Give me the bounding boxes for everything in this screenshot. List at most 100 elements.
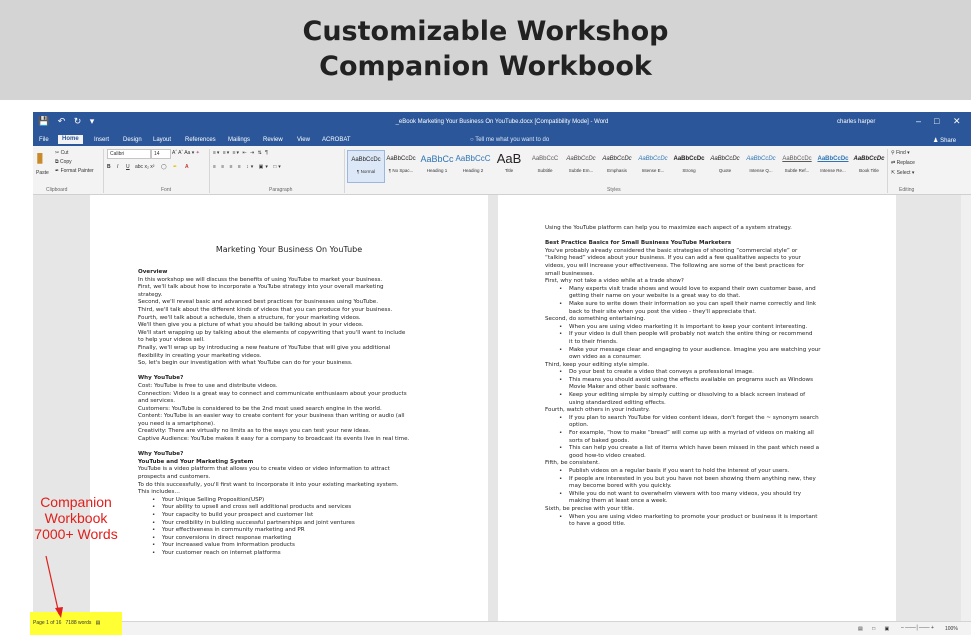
tab-layout[interactable]: Layout	[153, 137, 171, 143]
minimize-icon[interactable]: –	[916, 116, 921, 126]
bullet-item: Your customer reach on internet platform…	[138, 550, 478, 558]
font-color-button[interactable]: A	[185, 164, 189, 170]
banner-title-line2: Companion Workbook	[319, 51, 652, 82]
view-mode-buttons[interactable]: ▤ □ ▣	[858, 626, 893, 632]
banner: Customizable Workshop Companion Workbook	[0, 0, 971, 100]
highlight-color-button[interactable]: ✒	[173, 164, 177, 170]
font-group-label: Font	[161, 187, 172, 193]
font-name-dropdown[interactable]: Calibri	[107, 149, 151, 159]
style-item[interactable]: AaBbCcDc Intense Re...	[815, 150, 851, 181]
zoom-slider[interactable]: – ───│─── +	[901, 625, 934, 631]
style-name: Quote	[718, 168, 732, 173]
text-line: First, we'll talk about how to incorpora…	[138, 284, 384, 291]
list-buttons[interactable]: ≡▾ ≡▾ ≡▾ ⇤ ⇥ ⇅ ¶	[213, 150, 269, 156]
text-line: So, let's begin our investigation with w…	[138, 360, 353, 367]
underline-button[interactable]: U	[126, 164, 130, 170]
text-line: “talking head” videos about your busines…	[545, 255, 801, 262]
style-name: Book Title	[859, 168, 879, 173]
style-item[interactable]: AaBbCcDc ¶ Normal	[347, 150, 385, 183]
tab-view[interactable]: View	[297, 137, 310, 143]
style-item[interactable]: AaBbCcDc Intense E...	[635, 150, 671, 181]
bullet-item: This means you should avoid using the ef…	[545, 377, 885, 385]
tab-insert[interactable]: Insert	[94, 137, 109, 143]
person-icon: ♟	[933, 138, 939, 144]
style-item[interactable]: AaBbCcDc ¶ No Spac...	[383, 150, 419, 181]
text-line: Content: YouTube is an easier way to cre…	[138, 413, 405, 420]
style-item[interactable]: AaBbCcDc Book Title	[851, 150, 887, 181]
proofing-icon[interactable]: ▤	[96, 620, 101, 626]
format-painter-button[interactable]: ✒ Format Painter	[55, 168, 94, 174]
page-count[interactable]: Page 1 of 16	[33, 620, 61, 626]
find-button[interactable]: ⚲ Find ▾	[891, 150, 910, 156]
style-item[interactable]: AaBbCc Heading 1	[419, 150, 455, 181]
text-line	[545, 233, 885, 241]
tell-me-box[interactable]: ○ Tell me what you want to do	[470, 137, 549, 143]
paste-button[interactable]: Paste	[36, 170, 49, 176]
style-item[interactable]: AaB Title	[491, 150, 527, 181]
clipboard-group-label: Clipboard	[46, 187, 68, 193]
style-item[interactable]: AaBbCcC Subtitle	[527, 150, 563, 181]
maximize-icon[interactable]: □	[934, 116, 939, 126]
style-preview: AaBbCc	[420, 154, 454, 164]
paste-icon[interactable]: ▮	[36, 149, 44, 166]
separator	[344, 149, 345, 193]
document-page-1[interactable]: Marketing Your Business On YouTube Overv…	[90, 195, 488, 621]
word-count[interactable]: 7188 words	[66, 620, 92, 626]
style-item[interactable]: AaBbCcDc Strong	[671, 150, 707, 181]
text-line: Finally, we'll wrap up by introducing a …	[138, 344, 391, 351]
user-name[interactable]: charles harper	[837, 119, 875, 125]
tab-mailings[interactable]: Mailings	[228, 137, 250, 143]
text-line: Captive Audience: YouTube makes it easy …	[138, 436, 410, 443]
vertical-scrollbar[interactable]	[961, 195, 971, 621]
separator	[209, 149, 210, 193]
document-page-2[interactable]: Using the YouTube platform can help you …	[498, 195, 896, 621]
callout-label: Companion Workbook 7000+ Words	[30, 494, 122, 542]
style-item[interactable]: AaBbCcDc Subtle Em...	[563, 150, 599, 181]
style-item[interactable]: AaBbCcDc Quote	[707, 150, 743, 181]
text-line: good how-to video created.	[569, 452, 646, 459]
cut-button[interactable]: ✂ Cut	[55, 150, 68, 156]
alignment-buttons[interactable]: ≡ ≡ ≡ ≡ ↕▾ ▣▾ □▾	[213, 164, 283, 170]
style-item[interactable]: AaBbCcDc Emphasis	[599, 150, 635, 181]
tab-design[interactable]: Design	[123, 137, 142, 143]
zoom-level[interactable]: 100%	[945, 626, 958, 632]
style-item[interactable]: AaBbCcDc Intense Q...	[743, 150, 779, 181]
bullet-item: While you do not want to overwhelm viewe…	[545, 491, 885, 499]
style-preview: AaBbCcDc	[638, 156, 668, 162]
font-size-dropdown[interactable]: 14	[151, 149, 171, 159]
replace-button[interactable]: ⇄ Replace	[891, 160, 915, 166]
callout-line2: Workbook	[44, 510, 108, 526]
bullet-item: If you plan to search YouTube for video …	[545, 415, 885, 423]
close-icon[interactable]: ✕	[953, 116, 961, 127]
share-button[interactable]: ♟ Share	[933, 137, 956, 144]
text-line: Cost: YouTube is free to use and distrib…	[138, 382, 278, 389]
style-preview: AaBbCcC	[531, 156, 559, 162]
text-line: In this workshop we will discuss the ben…	[138, 276, 383, 283]
tab-acrobat[interactable]: ACROBAT	[322, 137, 351, 143]
style-item[interactable]: AaBbCcDc Subtle Ref...	[779, 150, 815, 181]
bullet-item: Make your message clear and engaging to …	[545, 347, 885, 355]
text-line: getting their name on your website is a …	[569, 293, 741, 300]
text-line	[138, 368, 478, 376]
style-item[interactable]: AaBbCcC Heading 2	[455, 150, 491, 181]
title-bar: 💾 ↶ ↻ ▾ _eBook Marketing Your Business O…	[33, 112, 971, 134]
italic-button[interactable]: I	[117, 164, 118, 170]
style-name: Intense E...	[641, 168, 665, 173]
tab-home[interactable]: Home	[58, 135, 83, 144]
select-button[interactable]: ⇱ Select ▾	[891, 170, 914, 176]
tab-references[interactable]: References	[185, 137, 216, 143]
style-preview: AaBbCcDc	[710, 156, 740, 162]
text-line: Sixth, be precise with your title.	[545, 505, 635, 512]
strike-sub-super-buttons[interactable]: abc x₂ x²	[135, 164, 154, 170]
copy-button[interactable]: ⧉ Copy	[55, 159, 72, 165]
text-line: prospects and customers.	[138, 474, 211, 481]
bullet-item: If your video is dull then people will p…	[545, 331, 885, 339]
bold-button[interactable]: B	[107, 164, 111, 170]
text-effects-button[interactable]: ◯	[161, 164, 167, 170]
tab-review[interactable]: Review	[263, 137, 283, 143]
grow-shrink-font-buttons[interactable]: Aˆ Aˇ Aa ▾ ✦	[172, 150, 200, 156]
style-preview: AaBbCcDc	[386, 156, 416, 162]
style-preview: AaBbCcDc	[673, 156, 705, 162]
select-label: Select	[896, 170, 911, 176]
tab-file[interactable]: File	[39, 137, 49, 143]
